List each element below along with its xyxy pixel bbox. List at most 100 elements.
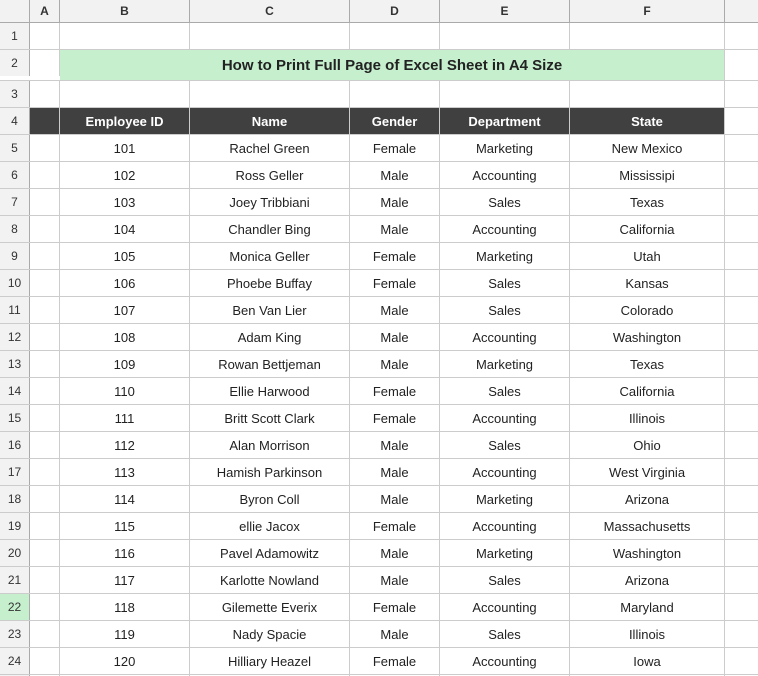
cell-9c: Monica Geller — [190, 243, 350, 269]
table-row: 8104Chandler BingMaleAccountingCaliforni… — [0, 216, 758, 243]
cell-14e: Sales — [440, 378, 570, 404]
row-3: 3 — [0, 81, 758, 108]
cell-2a — [30, 50, 60, 76]
cell-14a — [30, 378, 60, 404]
cell-12b: 108 — [60, 324, 190, 350]
table-row: 13109Rowan BettjemanMaleMarketingTexas — [0, 351, 758, 378]
row-2: 2 How to Print Full Page of Excel Sheet … — [0, 50, 758, 81]
table-row: 7103Joey TribbianiMaleSalesTexas — [0, 189, 758, 216]
cell-16b: 112 — [60, 432, 190, 458]
table-row: 23119Nady SpacieMaleSalesIllinois — [0, 621, 758, 648]
cell-5a — [30, 135, 60, 161]
cell-24c: Hilliary Heazel — [190, 648, 350, 674]
cell-18b: 114 — [60, 486, 190, 512]
cell-5e: Marketing — [440, 135, 570, 161]
cell-23d: Male — [350, 621, 440, 647]
cell-15f: Illinois — [570, 405, 725, 431]
cell-16d: Male — [350, 432, 440, 458]
rownum-8: 8 — [0, 216, 30, 242]
rownum-11: 11 — [0, 297, 30, 323]
cell-24b: 120 — [60, 648, 190, 674]
cell-20a — [30, 540, 60, 566]
rownum-9: 9 — [0, 243, 30, 269]
table-row: 24 120Hilliary HeazelFemaleAccountingIowa — [0, 648, 758, 675]
rownum-10: 10 — [0, 270, 30, 296]
rownum-18: 18 — [0, 486, 30, 512]
cell-5b: 101 — [60, 135, 190, 161]
cell-21e: Sales — [440, 567, 570, 593]
cell-13e: Marketing — [440, 351, 570, 377]
cell-19b: 115 — [60, 513, 190, 539]
rownum-17: 17 — [0, 459, 30, 485]
cell-10c: Phoebe Buffay — [190, 270, 350, 296]
cell-15e: Accounting — [440, 405, 570, 431]
col-header-f: F — [570, 0, 725, 22]
cell-21f: Arizona — [570, 567, 725, 593]
cell-22a — [30, 594, 60, 620]
title-cell: How to Print Full Page of Excel Sheet in… — [60, 50, 725, 80]
cell-10e: Sales — [440, 270, 570, 296]
table-row: 21117Karlotte NowlandMaleSalesArizona — [0, 567, 758, 594]
cell-4c-name: Name — [190, 108, 350, 134]
cell-10d: Female — [350, 270, 440, 296]
cell-7e: Sales — [440, 189, 570, 215]
col-header-c: C — [190, 0, 350, 22]
row-1: 1 — [0, 23, 758, 50]
table-row: 5101Rachel GreenFemaleMarketingNew Mexic… — [0, 135, 758, 162]
cell-12d: Male — [350, 324, 440, 350]
cell-17a — [30, 459, 60, 485]
cell-1a — [30, 23, 60, 49]
table-row: 19115ellie JacoxFemaleAccountingMassachu… — [0, 513, 758, 540]
cell-19a — [30, 513, 60, 539]
cell-5f: New Mexico — [570, 135, 725, 161]
rownum-4: 4 — [0, 108, 30, 134]
rownum-24: 24 — [0, 648, 30, 674]
cell-21c: Karlotte Nowland — [190, 567, 350, 593]
cell-24e: Accounting — [440, 648, 570, 674]
cell-7c: Joey Tribbiani — [190, 189, 350, 215]
cell-11b: 107 — [60, 297, 190, 323]
cell-10f: Kansas — [570, 270, 725, 296]
column-header-row: A B C D E F — [0, 0, 758, 23]
cell-20e: Marketing — [440, 540, 570, 566]
cell-13a — [30, 351, 60, 377]
corner-cell — [0, 0, 30, 22]
cell-12a — [30, 324, 60, 350]
cell-15a — [30, 405, 60, 431]
table-row: 11107Ben Van LierMaleSalesColorado — [0, 297, 758, 324]
rownum-5: 5 — [0, 135, 30, 161]
rownum-7: 7 — [0, 189, 30, 215]
table-row: 18114Byron CollMaleMarketingArizona — [0, 486, 758, 513]
cell-6c: Ross Geller — [190, 162, 350, 188]
cell-16f: Ohio — [570, 432, 725, 458]
table-row: 14110Ellie HarwoodFemaleSalesCalifornia — [0, 378, 758, 405]
table-row: 17113Hamish ParkinsonMaleAccountingWest … — [0, 459, 758, 486]
rownum-3: 3 — [0, 81, 30, 107]
cell-3b — [60, 81, 190, 107]
cell-22d: Female — [350, 594, 440, 620]
cell-23b: 119 — [60, 621, 190, 647]
cell-16e: Sales — [440, 432, 570, 458]
cell-14f: California — [570, 378, 725, 404]
cell-20f: Washington — [570, 540, 725, 566]
cell-19d: Female — [350, 513, 440, 539]
cell-24f: Iowa — [570, 648, 725, 674]
rownum-23: 23 — [0, 621, 30, 647]
cell-20d: Male — [350, 540, 440, 566]
cell-20c: Pavel Adamowitz — [190, 540, 350, 566]
cell-17e: Accounting — [440, 459, 570, 485]
rownum-21: 21 — [0, 567, 30, 593]
cell-9b: 105 — [60, 243, 190, 269]
cell-9f: Utah — [570, 243, 725, 269]
cell-8f: California — [570, 216, 725, 242]
cell-18e: Marketing — [440, 486, 570, 512]
cell-8d: Male — [350, 216, 440, 242]
cell-22e: Accounting — [440, 594, 570, 620]
cell-14d: Female — [350, 378, 440, 404]
cell-24d: Female — [350, 648, 440, 674]
rownum-20: 20 — [0, 540, 30, 566]
cell-3d — [350, 81, 440, 107]
cell-11f: Colorado — [570, 297, 725, 323]
cell-18f: Arizona — [570, 486, 725, 512]
spreadsheet: A B C D E F 1 2 How to Print Full Page o… — [0, 0, 758, 676]
